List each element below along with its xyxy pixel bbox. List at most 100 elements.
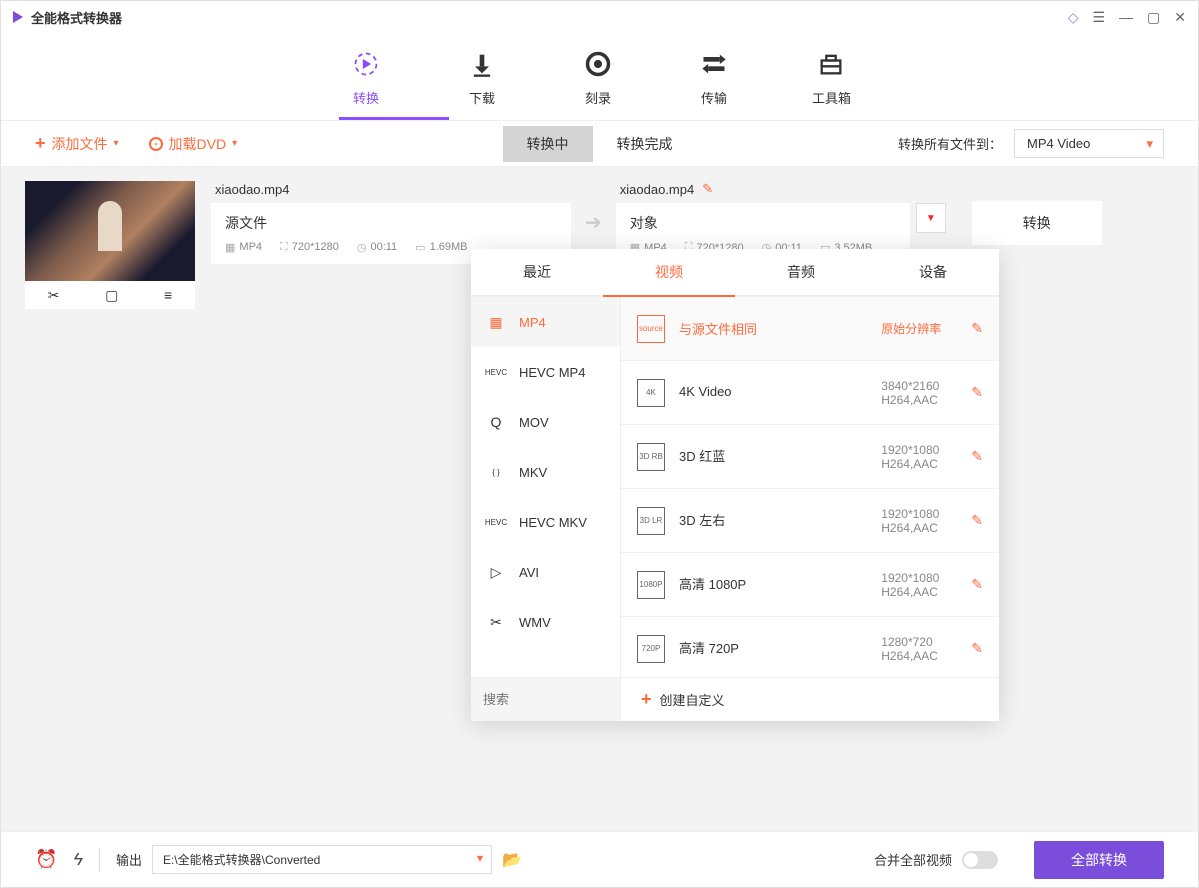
format-icon: Q [485,413,507,431]
preset-icon: 3D LR [637,507,665,535]
format-item[interactable]: QMOV [471,397,620,447]
nav-active-indicator [339,117,449,120]
format-icon: HEVC [485,513,507,531]
output-path-select[interactable]: E:\全能格式转换器\Converted [152,845,492,874]
adjust-icon[interactable]: ≡ [164,287,172,303]
plus-icon: + [35,133,46,154]
trim-icon[interactable]: ✂ [48,287,60,304]
bottom-bar: ⏰ ϟ 输出 E:\全能格式转换器\Converted 📂 合并全部视频 全部转… [1,831,1198,887]
format-item[interactable]: { }MKV [471,447,620,497]
preset-item[interactable]: 3D RB 3D 红蓝 1920*1080 H264,AAC ✎ [621,425,999,489]
edit-preset-icon[interactable]: ✎ [971,384,983,401]
convert-icon [348,46,384,82]
preset-item[interactable]: source 与源文件相同 原始分辨率 ✎ [621,297,999,361]
film-icon: ▦ [225,241,235,254]
tab-done[interactable]: 转换完成 [593,126,697,162]
chevron-down-icon: ▾ [114,138,119,149]
convert-all-to-label: 转换所有文件到： [898,134,1002,153]
resolution-icon: ⛶ [280,241,288,254]
preset-icon: 720P [637,635,665,663]
edit-preset-icon[interactable]: ✎ [971,640,983,657]
convert-button[interactable]: 转换 [972,201,1102,245]
tab-converting[interactable]: 转换中 [503,126,593,162]
target-title: 对象 [630,213,896,233]
add-file-button[interactable]: + 添加文件 ▾ [35,133,119,154]
maximize-icon[interactable]: ▢ [1147,9,1160,26]
format-list[interactable]: ▦MP4HEVCHEVC MP4QMOV{ }MKVHEVCHEVC MKV▷A… [471,297,621,677]
arrow-right-icon: ➔ [585,210,602,235]
format-icon: ▷ [485,563,507,581]
nav-toolbox[interactable]: 工具箱 [812,46,851,107]
format-icon: { } [485,463,507,481]
disc-icon [149,137,163,151]
plus-icon: + [641,689,652,710]
panel-tab-audio[interactable]: 音频 [735,249,867,295]
content-area: ✂ ▢ ≡ xiaodao.mp4 源文件 ▦MP4 ⛶720*1280 ◷00… [1,167,1198,831]
nav-convert[interactable]: 转换 [348,46,384,107]
video-thumbnail[interactable] [25,181,195,281]
menu-icon[interactable]: ☰ [1092,9,1105,26]
crop-icon[interactable]: ▢ [105,287,118,304]
preset-icon: 3D RB [637,443,665,471]
format-icon: HEVC [485,363,507,381]
panel-tab-device[interactable]: 设备 [867,249,999,295]
preset-icon: 1080P [637,571,665,599]
thumbnail-block: ✂ ▢ ≡ [25,181,195,309]
transfer-icon [696,46,732,82]
toolbar: + 添加文件 ▾ 加载DVD ▾ 转换中 转换完成 转换所有文件到： MP4 V… [1,121,1198,167]
merge-label: 合并全部视频 [874,850,952,869]
edit-preset-icon[interactable]: ✎ [971,448,983,465]
clock-icon: ◷ [357,241,367,254]
preset-list[interactable]: source 与源文件相同 原始分辨率 ✎ 4K 4K Video 3840*2… [621,297,999,677]
open-folder-icon[interactable]: 📂 [502,850,522,870]
format-panel: 最近 视频 音频 设备 ▦MP4HEVCHEVC MP4QMOV{ }MKVHE… [471,249,999,721]
merge-toggle[interactable] [962,851,998,869]
burn-icon [580,46,616,82]
minimize-icon[interactable]: — [1119,9,1133,25]
source-filename: xiaodao.mp4 [211,182,571,197]
nav-burn[interactable]: 刻录 [580,46,616,107]
edit-preset-icon[interactable]: ✎ [971,320,983,337]
format-item[interactable]: ✂WMV [471,597,620,647]
gpu-icon[interactable]: ϟ [73,849,83,870]
preset-item[interactable]: 3D LR 3D 左右 1920*1080 H264,AAC ✎ [621,489,999,553]
chevron-down-icon: ▾ [232,138,237,149]
format-item[interactable]: ▷AVI [471,547,620,597]
nav-download[interactable]: 下载 [464,46,500,107]
format-icon: ▦ [485,313,507,331]
panel-tab-recent[interactable]: 最近 [471,249,603,295]
title-bar: 全能格式转换器 ◇ ☰ — ▢ ✕ [1,1,1198,33]
download-icon [464,46,500,82]
edit-preset-icon[interactable]: ✎ [971,576,983,593]
preset-icon: source [637,315,665,343]
app-logo-icon [13,11,23,23]
close-icon[interactable]: ✕ [1174,9,1186,26]
format-icon: ✂ [485,613,507,631]
target-filename: xiaodao.mp4 [620,182,694,197]
preset-icon: 4K [637,379,665,407]
load-dvd-button[interactable]: 加载DVD ▾ [149,134,238,154]
edit-icon[interactable]: ✎ [702,181,713,197]
folder-icon: ▭ [415,241,425,254]
source-title: 源文件 [225,213,557,233]
create-custom-button[interactable]: + 创建自定义 [621,678,999,721]
status-tabs: 转换中 转换完成 [503,126,697,162]
format-item[interactable]: HEVCHEVC MKV [471,497,620,547]
edit-preset-icon[interactable]: ✎ [971,512,983,529]
preset-item[interactable]: 1080P 高清 1080P 1920*1080 H264,AAC ✎ [621,553,999,617]
user-icon[interactable]: ◇ [1068,9,1079,26]
preset-item[interactable]: 4K 4K Video 3840*2160 H264,AAC ✎ [621,361,999,425]
format-item[interactable]: ▦MP4 [471,297,620,347]
format-select[interactable]: MP4 Video [1014,129,1164,158]
top-nav: 转换 下载 刻录 传输 工具箱 [1,33,1198,121]
nav-transfer[interactable]: 传输 [696,46,732,107]
output-label: 输出 [116,850,142,869]
panel-tab-video[interactable]: 视频 [603,249,735,295]
preset-item[interactable]: 720P 高清 720P 1280*720 H264,AAC ✎ [621,617,999,677]
target-format-dropdown[interactable]: ▼ [916,203,946,233]
format-item[interactable]: HEVCHEVC MP4 [471,347,620,397]
search-input[interactable] [471,678,620,721]
convert-all-button[interactable]: 全部转换 [1034,841,1164,879]
alarm-icon[interactable]: ⏰ [35,849,57,870]
app-title: 全能格式转换器 [31,8,122,27]
